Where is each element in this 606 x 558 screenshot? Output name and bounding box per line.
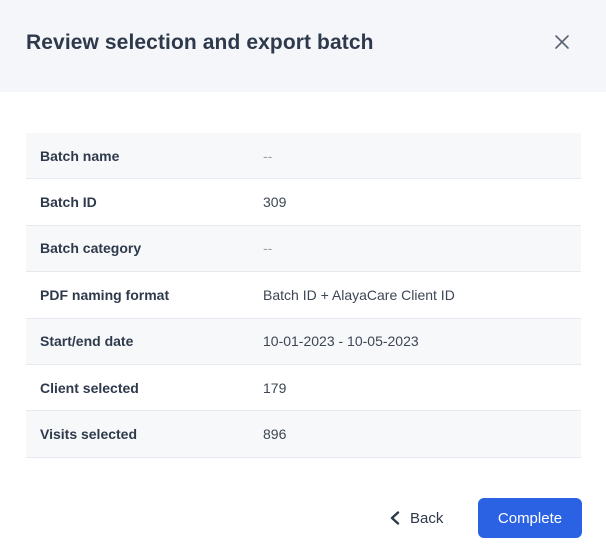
close-button[interactable] xyxy=(548,28,576,56)
client-selected-label: Client selected xyxy=(40,379,139,396)
batch-id-label: Batch ID xyxy=(40,194,97,211)
dialog-header: Review selection and export batch xyxy=(0,0,606,92)
batch-id-value: 309 xyxy=(263,194,287,211)
table-row: Client selected 179 xyxy=(26,365,581,412)
table-row: Batch ID 309 xyxy=(26,179,581,226)
back-button[interactable]: Back xyxy=(384,498,460,538)
table-row: Batch category -- xyxy=(26,225,581,273)
close-icon xyxy=(555,35,569,49)
summary-table: Batch name -- Batch ID 309 Batch categor… xyxy=(26,133,581,458)
table-row: Start/end date 10-01-2023 - 10-05-2023 xyxy=(26,318,581,365)
table-row: Visits selected 896 xyxy=(26,411,581,458)
pdf-naming-format-label: PDF naming format xyxy=(40,286,170,303)
batch-category-label: Batch category xyxy=(40,240,142,257)
visits-selected-value: 896 xyxy=(263,426,287,443)
client-selected-value: 179 xyxy=(263,379,287,396)
back-button-label: Back xyxy=(410,509,444,527)
start-end-date-label: Start/end date xyxy=(40,333,134,350)
batch-name-label: Batch name xyxy=(40,147,120,164)
pdf-naming-format-value: Batch ID + AlayaCare Client ID xyxy=(263,286,455,303)
table-row: Batch name -- xyxy=(26,133,581,180)
complete-button-label: Complete xyxy=(497,509,563,527)
batch-category-value: -- xyxy=(263,240,273,257)
dialog-title: Review selection and export batch xyxy=(26,31,374,54)
table-row: PDF naming format Batch ID + AlayaCare C… xyxy=(26,272,581,319)
batch-name-value: -- xyxy=(263,147,273,164)
visits-selected-label: Visits selected xyxy=(40,426,138,443)
start-end-date-value: 10-01-2023 - 10-05-2023 xyxy=(263,333,419,350)
chevron-left-icon xyxy=(390,511,400,525)
dialog-footer: Back Complete xyxy=(0,496,606,540)
complete-button[interactable]: Complete xyxy=(478,498,582,538)
